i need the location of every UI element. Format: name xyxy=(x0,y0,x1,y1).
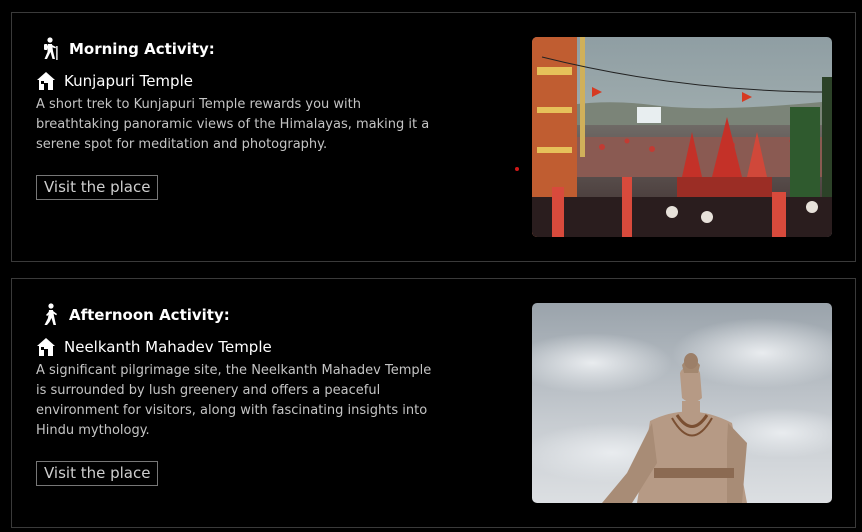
place-description: A short trek to Kunjapuri Temple rewards… xyxy=(36,97,430,152)
walking-person-icon xyxy=(40,303,62,327)
place-title: Neelkanth Mahadev Temple xyxy=(36,337,272,357)
shiva-statue-photo xyxy=(532,303,832,503)
hiking-person-icon xyxy=(40,37,62,61)
indicator-dot xyxy=(515,167,519,171)
visit-place-button[interactable]: Visit the place xyxy=(36,461,159,486)
house-icon xyxy=(36,337,56,357)
activity-heading: Morning Activity: xyxy=(40,37,215,61)
place-name: Kunjapuri Temple xyxy=(64,72,193,90)
place-title: Kunjapuri Temple xyxy=(36,71,193,91)
place-description: A significant pilgrimage site, the Neelk… xyxy=(36,363,432,438)
activity-heading: Afternoon Activity: xyxy=(40,303,230,327)
activity-heading-text: Morning Activity: xyxy=(69,40,215,58)
activity-heading-text: Afternoon Activity: xyxy=(69,306,230,324)
visit-place-button[interactable]: Visit the place xyxy=(36,175,159,200)
activity-card-morning: Morning Activity: Kunjapuri Temple A sho… xyxy=(11,12,856,262)
house-icon xyxy=(36,71,56,91)
kunjapuri-temple-photo xyxy=(532,37,832,237)
activity-card-afternoon: Afternoon Activity: Neelkanth Mahadev Te… xyxy=(11,278,856,528)
place-name: Neelkanth Mahadev Temple xyxy=(64,338,272,356)
